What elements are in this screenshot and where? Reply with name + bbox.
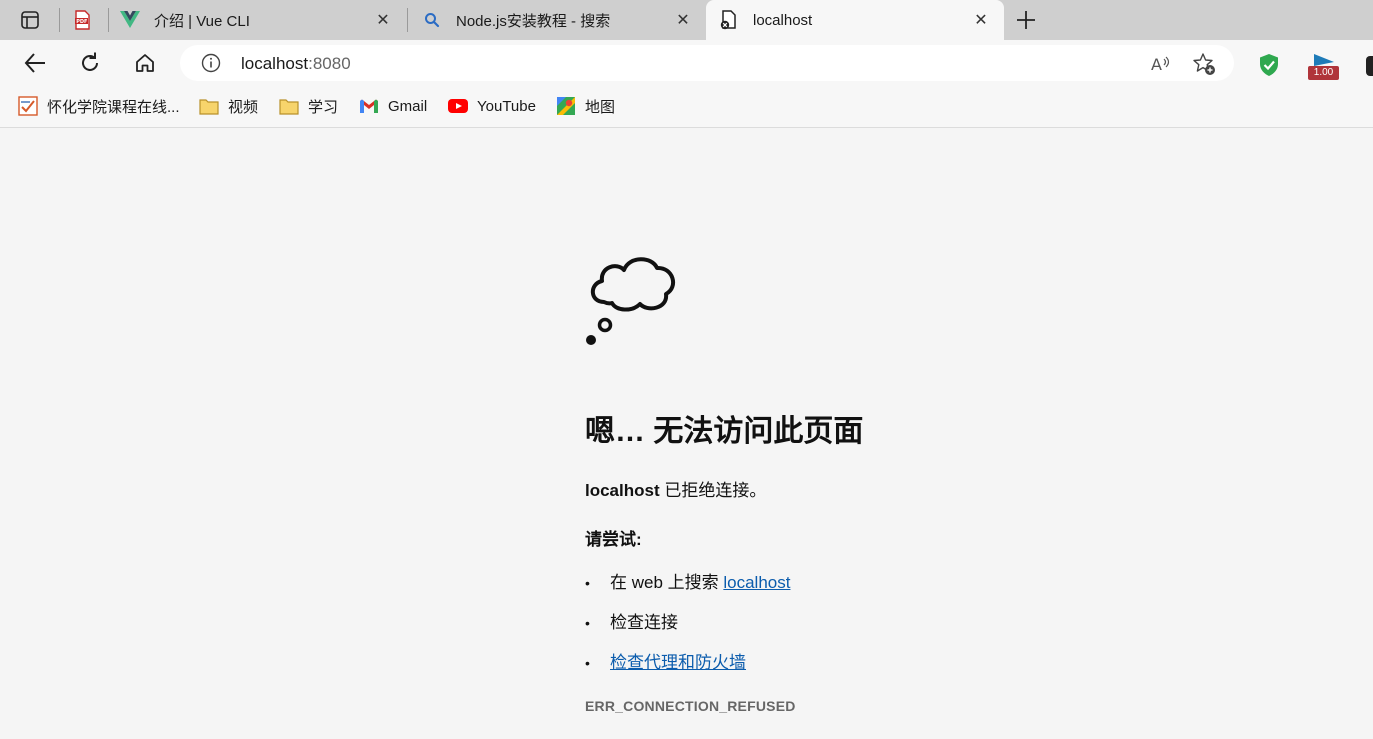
bookmark-gmail[interactable]: Gmail <box>359 95 427 117</box>
bookmark-maps[interactable]: 地图 <box>556 95 615 117</box>
bullet: • <box>585 575 590 591</box>
tab-separator <box>407 8 408 32</box>
gmail-icon <box>359 96 379 116</box>
url-text[interactable]: localhost:8080 <box>241 54 351 74</box>
thought-cloud-icon <box>586 257 676 345</box>
close-tab-icon[interactable]: ✕ <box>972 11 990 29</box>
read-aloud-icon[interactable]: A <box>1150 53 1172 75</box>
site-info-icon[interactable] <box>201 53 221 73</box>
error-heading: 嗯… 无法访问此页面 <box>585 415 864 448</box>
bookmark-label: 学习 <box>308 98 339 116</box>
pdf-icon: PDF <box>72 10 92 30</box>
refused-host: localhost <box>585 481 660 500</box>
tab-strip: PDF 介绍 | Vue CLI ✕ Node.js安装教程 - 搜索 ✕ lo… <box>0 0 1373 40</box>
bookmarks-bar: 怀化学院课程在线... 视频 学习 Gmail YouTube 地图 <box>0 86 1373 128</box>
close-tab-icon[interactable]: ✕ <box>374 11 392 29</box>
bookmark-folder-videos[interactable]: 视频 <box>199 95 258 117</box>
tab-pdf[interactable]: PDF <box>62 0 106 40</box>
search-localhost-link[interactable]: localhost <box>723 573 790 592</box>
suggestion-check-connection: • 检查连接 <box>585 608 678 633</box>
tab-separator <box>108 8 109 32</box>
tab-actions-button[interactable] <box>14 8 46 32</box>
folder-icon <box>199 96 219 116</box>
tab-separator <box>59 8 60 32</box>
bookmark-label: YouTube <box>477 97 536 115</box>
broken-page-icon <box>719 10 739 30</box>
tab-vue-cli[interactable]: 介绍 | Vue CLI ✕ <box>110 0 406 40</box>
bookmark-label: 视频 <box>228 98 259 116</box>
youtube-icon <box>448 96 468 116</box>
refused-message: localhost 已拒绝连接。 <box>585 476 766 501</box>
back-arrow-icon <box>24 53 45 73</box>
refresh-icon <box>82 52 98 71</box>
tab-localhost-active[interactable]: localhost ✕ <box>706 0 1004 40</box>
refused-text: 已拒绝连接。 <box>659 481 767 500</box>
bookmark-label: 怀化学院课程在线... <box>47 98 180 116</box>
check-proxy-firewall-link[interactable]: 检查代理和防火墙 <box>610 653 746 672</box>
navigation-toolbar: localhost:8080 A 1.00 <box>0 40 1373 86</box>
error-code: ERR_CONNECTION_REFUSED <box>585 698 796 714</box>
bookmark-label: 地图 <box>585 98 616 116</box>
svg-text:PDF: PDF <box>76 19 87 25</box>
bookmark-course-site[interactable]: 怀化学院课程在线... <box>18 95 180 117</box>
home-button[interactable] <box>130 48 160 78</box>
refresh-button[interactable] <box>75 48 105 78</box>
svg-text:A: A <box>1151 55 1162 74</box>
suggestion-search-web: • 在 web 上搜索 localhost <box>585 568 790 593</box>
plus-icon <box>1017 11 1035 29</box>
suggestion-check-proxy: • 检查代理和防火墙 <box>585 648 746 673</box>
bullet: • <box>585 615 590 631</box>
speed-extension-button[interactable]: 1.00 <box>1308 52 1340 82</box>
url-host: localhost <box>241 54 309 73</box>
close-tab-icon[interactable]: ✕ <box>674 11 692 29</box>
tab-title: 介绍 | Vue CLI <box>154 12 250 30</box>
address-bar[interactable]: localhost:8080 A <box>180 45 1234 81</box>
tab-title: Node.js安装教程 - 搜索 <box>456 12 611 30</box>
bullet: • <box>585 655 590 671</box>
bookmark-folder-study[interactable]: 学习 <box>279 95 338 117</box>
add-favorite-icon[interactable] <box>1192 52 1216 76</box>
new-tab-button[interactable] <box>1014 8 1038 32</box>
suggestion-text: 检查连接 <box>610 613 678 632</box>
tab-title: localhost <box>753 11 813 29</box>
home-icon <box>136 54 154 72</box>
bookmark-youtube[interactable]: YouTube <box>448 95 536 117</box>
tab-actions-icon <box>21 11 39 29</box>
extension-badge: 1.00 <box>1308 66 1339 80</box>
suggestion-text: 在 web 上搜索 <box>610 573 724 592</box>
course-site-icon <box>18 96 38 116</box>
back-button[interactable] <box>20 48 50 78</box>
try-label: 请尝试: <box>585 530 642 549</box>
vue-logo-icon <box>120 10 140 30</box>
search-icon <box>422 10 442 30</box>
folder-icon <box>279 96 299 116</box>
url-port: :8080 <box>308 54 351 73</box>
tab-search[interactable]: Node.js安装教程 - 搜索 ✕ <box>410 0 706 40</box>
shield-extension-icon[interactable] <box>1257 53 1281 77</box>
extension-icon[interactable] <box>1366 56 1373 76</box>
maps-icon <box>556 96 576 116</box>
bookmark-label: Gmail <box>388 97 428 115</box>
